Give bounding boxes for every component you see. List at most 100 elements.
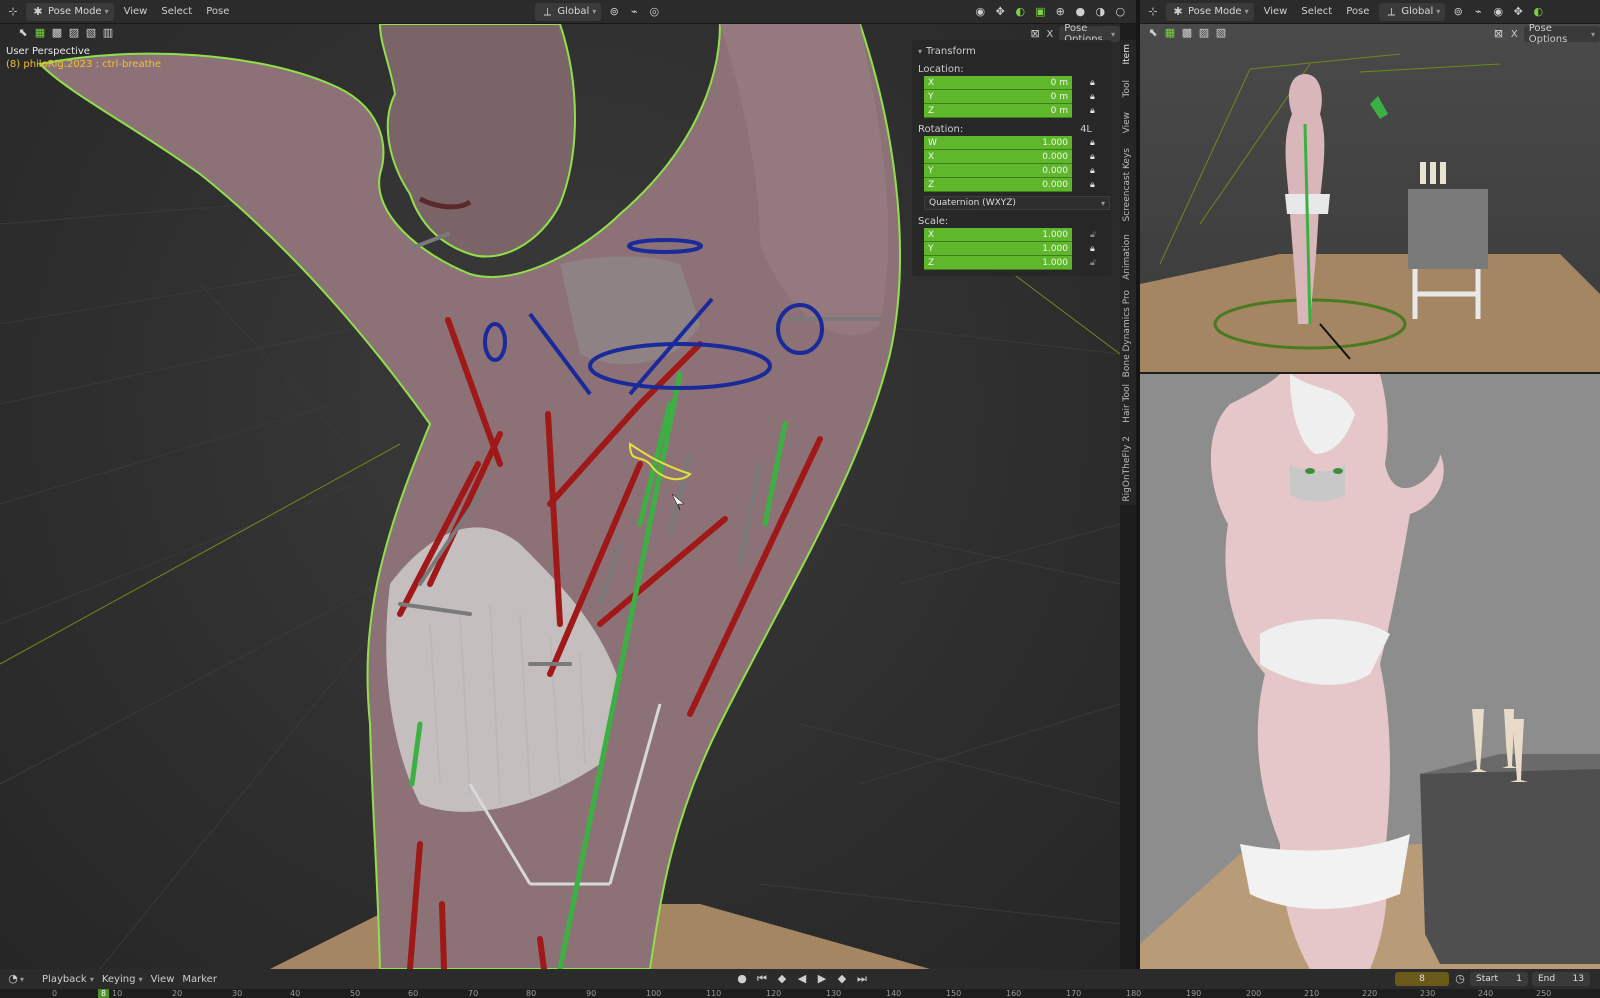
lock-icon[interactable]: 🔒︎: [1090, 106, 1102, 116]
editor-type-icon[interactable]: ⊹: [1146, 5, 1160, 19]
tab-bone-dynamics-pro[interactable]: Bone Dynamics Pro: [1122, 290, 1132, 377]
scale-x-field[interactable]: X 1.000 🔓︎: [924, 228, 1106, 242]
menu-select[interactable]: Select: [157, 6, 196, 17]
select-subtract-icon[interactable]: ▨: [67, 26, 81, 40]
location-label: Location:: [918, 64, 964, 75]
xray-icon[interactable]: ▣: [1033, 5, 1047, 19]
menu-playback[interactable]: Playback ▾: [38, 974, 98, 985]
mode-dropdown[interactable]: ✱ Pose Mode ▾: [26, 2, 114, 21]
overlay-icon[interactable]: ◐: [1531, 5, 1545, 19]
top-right-viewport[interactable]: ⬉ ▦ ▩ ▨ ▧ ⊠ X Pose Options ▾: [1140, 24, 1600, 372]
wireframe-shading-icon[interactable]: ⊕: [1053, 5, 1067, 19]
transform-panel-header[interactable]: ▾ Transform: [918, 44, 1106, 58]
rotation-y-field[interactable]: Y 0.000 🔒︎: [924, 164, 1106, 178]
select-invert-icon[interactable]: ▧: [84, 26, 98, 40]
unlock-icon[interactable]: 🔓︎: [1090, 258, 1102, 268]
gizmo-icon[interactable]: ✥: [993, 5, 1007, 19]
rotation-4l-toggle[interactable]: 4L: [1080, 124, 1092, 136]
overlay-icon[interactable]: ◐: [1013, 5, 1027, 19]
overview-stool-seat: [1408, 189, 1488, 269]
menu-pose[interactable]: Pose: [202, 6, 233, 17]
lock-icon[interactable]: 🔒︎: [1090, 152, 1102, 162]
select-cursor-icon[interactable]: ⬉: [1146, 26, 1160, 40]
x-mirror-icon[interactable]: ⊠: [1030, 27, 1040, 41]
play-reverse-icon[interactable]: ◀: [795, 972, 809, 986]
menu-view[interactable]: View: [120, 6, 152, 17]
visibility-icon[interactable]: ◉: [973, 5, 987, 19]
current-frame-field[interactable]: 8: [1395, 972, 1449, 986]
menu-marker[interactable]: Marker: [178, 974, 221, 985]
jump-end-icon[interactable]: ⏭: [855, 972, 869, 986]
snap-icon[interactable]: ⌁: [1471, 5, 1485, 19]
mode-dropdown[interactable]: ✱ Pose Mode ▾: [1166, 2, 1254, 21]
location-z-field[interactable]: Z 0 m 🔒︎: [924, 104, 1106, 118]
menu-select[interactable]: Select: [1297, 6, 1336, 17]
transform-title: Transform: [926, 45, 976, 57]
rendered-shading-icon[interactable]: ○: [1113, 5, 1127, 19]
orientation-dropdown[interactable]: ⟂ Global ▾: [1379, 2, 1446, 21]
timeline-ruler[interactable]: 0 8 10 20 30 40 50 60 70 80 90 100 110 120 130 140 150 16…: [0, 989, 1600, 998]
jump-start-icon[interactable]: ⏮: [755, 972, 769, 986]
active-object-label: (8) philoRig.2023 : ctrl-breathe: [6, 59, 161, 70]
tab-view[interactable]: View: [1122, 112, 1132, 133]
right-select-tools: ⬉ ▦ ▩ ▨ ▧: [1146, 26, 1228, 40]
select-box-icon[interactable]: ▦: [33, 26, 47, 40]
x-mirror-icon[interactable]: ⊠: [1492, 27, 1505, 41]
play-icon[interactable]: ▶: [815, 972, 829, 986]
lock-icon[interactable]: 🔒︎: [1090, 244, 1102, 254]
start-frame-field[interactable]: Start 1: [1470, 972, 1528, 986]
location-x-field[interactable]: X 0 m 🔒︎: [924, 76, 1106, 90]
select-invert-icon[interactable]: ▧: [1214, 26, 1228, 40]
unlock-icon[interactable]: 🔓︎: [1090, 230, 1102, 240]
lock-icon[interactable]: 🔒︎: [1090, 180, 1102, 190]
solid-shading-icon[interactable]: ●: [1073, 5, 1087, 19]
tab-tool[interactable]: Tool: [1122, 80, 1132, 97]
tab-screencast-keys[interactable]: Screencast Keys: [1122, 148, 1132, 222]
render-preview-viewport[interactable]: [1140, 374, 1600, 969]
rotation-x-field[interactable]: X 0.000 🔒︎: [924, 150, 1106, 164]
menu-pose[interactable]: Pose: [1342, 6, 1373, 17]
ruler-tick: 110: [706, 989, 722, 998]
proportional-edit-icon[interactable]: ◎: [647, 5, 661, 19]
tab-hair-tool[interactable]: Hair Tool: [1122, 384, 1132, 423]
pivot-icon[interactable]: ⊚: [1451, 5, 1465, 19]
select-extend-icon[interactable]: ▩: [1180, 26, 1194, 40]
rotation-z-field[interactable]: Z 0.000 🔒︎: [924, 178, 1106, 192]
next-keyframe-icon[interactable]: ◆: [835, 972, 849, 986]
lock-icon[interactable]: 🔒︎: [1090, 92, 1102, 102]
lock-icon[interactable]: 🔒︎: [1090, 78, 1102, 88]
menu-view[interactable]: View: [147, 974, 179, 985]
material-shading-icon[interactable]: ◑: [1093, 5, 1107, 19]
lock-icon[interactable]: 🔒︎: [1090, 138, 1102, 148]
menu-view[interactable]: View: [1260, 6, 1292, 17]
tab-item[interactable]: Item: [1122, 44, 1132, 65]
orientation-dropdown[interactable]: ⟂ Global ▾: [535, 2, 602, 21]
editor-type-icon[interactable]: ◔: [6, 972, 20, 986]
prev-keyframe-icon[interactable]: ◆: [775, 972, 789, 986]
rotation-w-field[interactable]: W 1.000 🔒︎: [924, 136, 1106, 150]
lock-icon[interactable]: 🔒︎: [1090, 166, 1102, 176]
editor-type-icon[interactable]: ⊹: [6, 5, 20, 19]
select-intersect-icon[interactable]: ▥: [101, 26, 115, 40]
axis-label: Y: [928, 91, 934, 102]
select-cursor-icon[interactable]: ⬉: [16, 26, 30, 40]
select-box-icon[interactable]: ▦: [1163, 26, 1177, 40]
snap-icon[interactable]: ⌁: [627, 5, 641, 19]
location-y-field[interactable]: Y 0 m 🔒︎: [924, 90, 1106, 104]
menu-keying[interactable]: Keying ▾: [98, 974, 147, 985]
record-icon[interactable]: ●: [735, 972, 749, 986]
chevron-down-icon: ▾: [1436, 7, 1441, 16]
tab-rigonthefly[interactable]: RigOnTheFly 2: [1122, 436, 1132, 502]
select-subtract-icon[interactable]: ▨: [1197, 26, 1211, 40]
end-frame-field[interactable]: End 13: [1532, 972, 1590, 986]
pose-options-dropdown[interactable]: Pose Options ▾: [1523, 24, 1600, 45]
pivot-icon[interactable]: ⊚: [607, 5, 621, 19]
rotation-mode-select[interactable]: Quaternion (WXYZ) ▾: [924, 196, 1110, 210]
select-extend-icon[interactable]: ▩: [50, 26, 64, 40]
visibility-icon[interactable]: ◉: [1491, 5, 1505, 19]
gizmo-icon[interactable]: ✥: [1511, 5, 1525, 19]
scale-z-field[interactable]: Z 1.000 🔓︎: [924, 256, 1106, 270]
scale-y-field[interactable]: Y 1.000 🔒︎: [924, 242, 1106, 256]
tab-animation[interactable]: Animation: [1122, 234, 1132, 280]
clock-icon[interactable]: ◷: [1453, 972, 1467, 986]
